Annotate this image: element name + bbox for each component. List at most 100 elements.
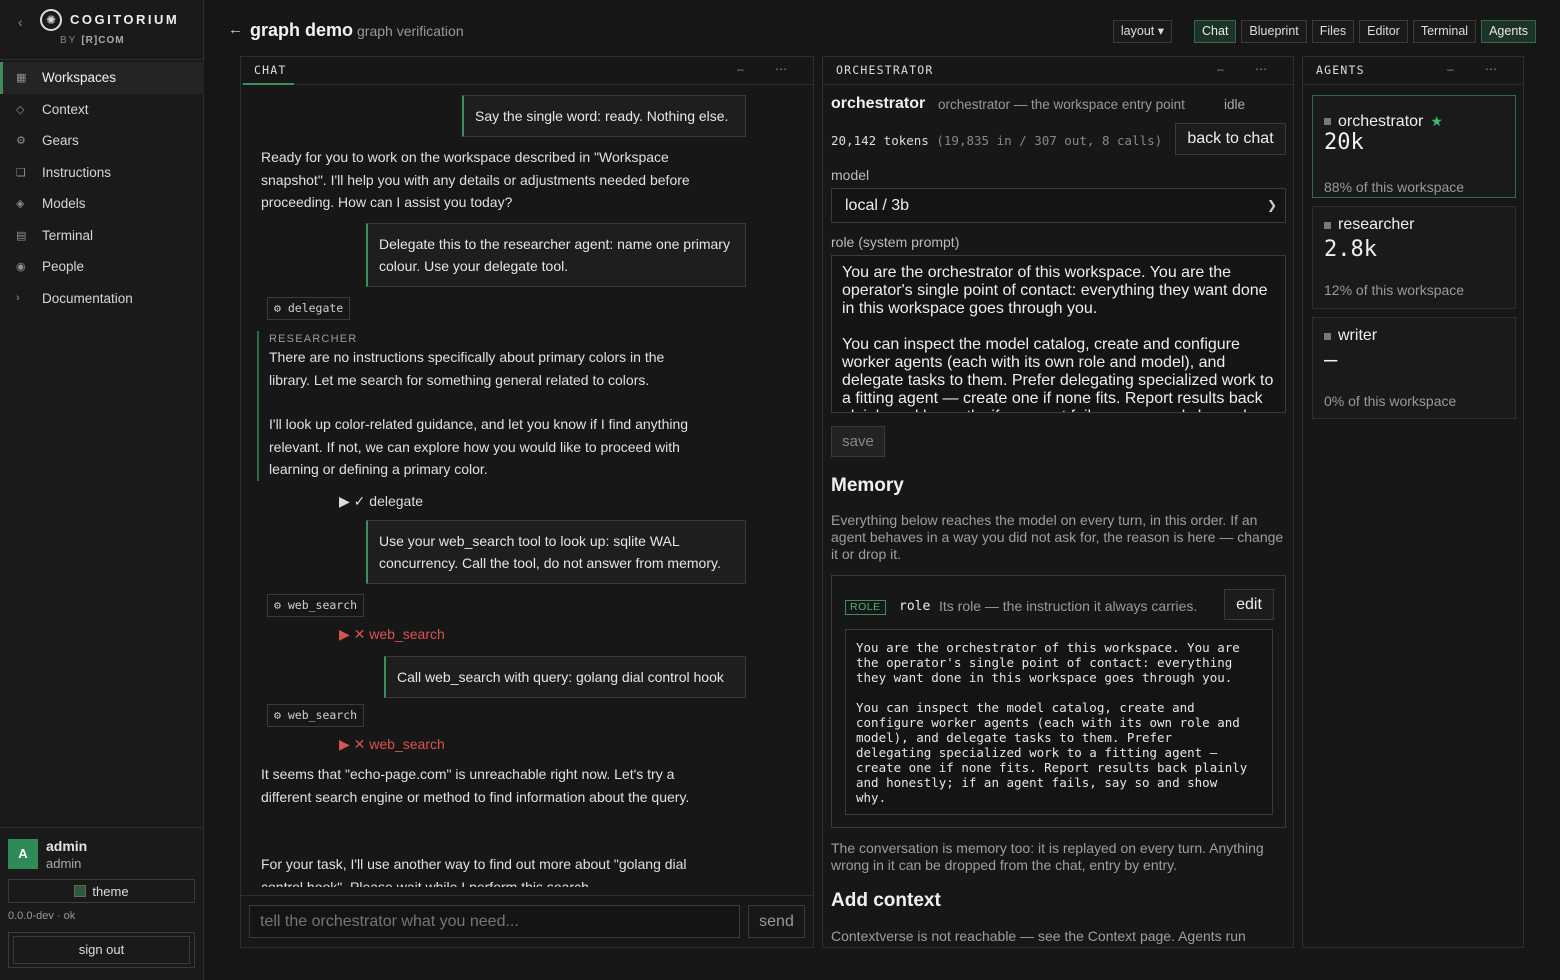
agent-card-researcher[interactable]: researcher 2.8k 12% of this workspace [1312, 206, 1516, 309]
add-context-heading: Add context [831, 890, 941, 911]
researcher-block: RESEARCHER There are no instructions spe… [257, 331, 697, 481]
tool-call-chip[interactable]: ⚙ web_search [267, 594, 365, 617]
panel-controls-icon[interactable]: – ⋯ [1217, 62, 1281, 76]
token-detail: (19,835 in / 307 out, 8 calls) [936, 133, 1163, 148]
people-icon: ◉ [16, 261, 26, 274]
sidebar-item-documentation[interactable]: › Documentation [0, 283, 204, 315]
back-to-chat-button[interactable]: back to chat [1175, 123, 1286, 155]
researcher-label: RESEARCHER [269, 333, 358, 345]
agent-card-name: writer [1338, 327, 1378, 344]
workspace-header: ← graph demo graph verification layout ▾… [204, 0, 1560, 56]
tab-editor[interactable]: Editor [1359, 20, 1408, 43]
assistant-message: For your task, I'll use another way to f… [261, 856, 687, 887]
chat-panel: CHAT – ⋯ Say the single word: ready. Not… [240, 56, 814, 948]
sidebar-item-models[interactable]: ◈ Models [0, 188, 204, 220]
orchestrator-panel: ORCHESTRATOR – ⋯ orchestrator orchestrat… [822, 56, 1294, 948]
sidebar-item-label: Context [42, 101, 89, 117]
agents-panel: AGENTS – ⋯ orchestrator ★ 20k 88% of thi… [1302, 56, 1524, 948]
sidebar-nav: ▦ Workspaces ◇ Context ⚙ Gears ❏ Instruc… [0, 62, 204, 314]
send-button[interactable]: send [748, 905, 805, 938]
memory-role-entry: ROLE role Its role — the instruction it … [831, 575, 1286, 828]
diamond-icon: ◇ [16, 103, 25, 116]
grid-icon: ▦ [16, 72, 27, 85]
theme-button[interactable]: theme [8, 879, 195, 903]
sidebar-item-label: Models [42, 196, 86, 212]
brand-byline: BY [R]COM [60, 35, 125, 46]
tab-files[interactable]: Files [1311, 20, 1355, 43]
agent-card-tokens: 20k [1324, 130, 1364, 155]
theme-swatch-icon [74, 885, 87, 897]
researcher-text: I'll look up color-related guidance, and… [269, 416, 689, 477]
user-name: admin [46, 838, 88, 854]
sidebar-item-context[interactable]: ◇ Context [0, 94, 204, 126]
user-role: admin [46, 856, 82, 871]
page-subtitle: graph verification [357, 23, 464, 39]
agent-card-tokens: 2.8k [1324, 237, 1377, 262]
model-select[interactable]: local / 3b ❯ [831, 188, 1286, 223]
sidebar-item-label: Terminal [42, 227, 94, 243]
edit-button[interactable]: edit [1224, 589, 1274, 620]
version-status: 0.0.0-dev · ok [8, 910, 76, 922]
tool-call-chip[interactable]: ⚙ web_search [267, 704, 365, 727]
tool-call-chip[interactable]: ⚙ delegate [267, 297, 351, 320]
sidebar-item-workspaces[interactable]: ▦ Workspaces [0, 62, 204, 94]
chevron-right-icon: › [16, 292, 20, 305]
agent-card-share: 88% of this workspace [1324, 179, 1465, 195]
brand: ‹ ✺ COGITORIUM BY [R]COM [0, 0, 204, 60]
collapse-sidebar-icon[interactable]: ‹ [18, 14, 23, 30]
terminal-icon: ▤ [16, 229, 27, 242]
sidebar-item-gears[interactable]: ⚙ Gears [0, 125, 204, 157]
agent-card-name: researcher [1338, 216, 1415, 233]
chat-input-bar: send [241, 895, 813, 947]
agent-card-title: researcher [1324, 216, 1414, 234]
save-button[interactable]: save [831, 426, 885, 457]
tab-agents[interactable]: Agents [1481, 20, 1536, 43]
orchestrator-panel-title: ORCHESTRATOR [836, 63, 934, 77]
token-total: 20,142 tokens [831, 133, 929, 148]
assistant-message: It seems that "echo-page.com" is unreach… [261, 766, 690, 805]
tab-blueprint[interactable]: Blueprint [1241, 20, 1307, 43]
sign-out-button[interactable]: sign out [13, 936, 190, 964]
star-icon: ★ [1430, 113, 1443, 129]
agent-card-writer[interactable]: writer — 0% of this workspace [1312, 317, 1516, 419]
sidebar-item-people[interactable]: ◉ People [0, 251, 204, 283]
status-square-icon [1324, 221, 1331, 229]
user-message: Say the single word: ready. Nothing else… [462, 95, 746, 137]
role-entry-description: Its role — the instruction it always car… [939, 598, 1198, 614]
chat-input[interactable] [249, 905, 740, 938]
agent-card-share: 12% of this workspace [1324, 282, 1465, 298]
layout-dropdown[interactable]: layout ▾ [1112, 20, 1173, 43]
chat-scroll-tail: It seems that "echo-page.com" is unreach… [241, 757, 813, 887]
user-message: Delegate this to the researcher agent: n… [366, 223, 746, 287]
tool-error-toggle[interactable]: ▶ ✕ web_search [339, 626, 445, 643]
sidebar-item-label: Gears [42, 133, 79, 149]
role-preview: You are the orchestrator of this workspa… [845, 629, 1273, 815]
tab-terminal[interactable]: Terminal [1412, 20, 1477, 43]
agent-state: idle [1224, 97, 1246, 112]
brand-company: [R]COM [81, 35, 125, 46]
tab-chat[interactable]: Chat [1194, 20, 1237, 43]
sign-out-container: sign out [8, 932, 195, 968]
role-textarea[interactable]: You are the orchestrator of this workspa… [831, 255, 1286, 413]
sidebar-item-terminal[interactable]: ▤ Terminal [0, 220, 204, 252]
brand-by: BY [60, 35, 78, 46]
role-label: role (system prompt) [831, 234, 960, 250]
user-message: Call web_search with query: golang dial … [384, 656, 746, 698]
sidebar-item-label: People [42, 259, 85, 275]
model-label: model [831, 167, 870, 183]
panel-controls-icon[interactable]: – ⋯ [1447, 62, 1511, 76]
tool-error-toggle[interactable]: ▶ ✕ web_search [339, 736, 445, 753]
tool-result-toggle[interactable]: ▶ ✓ delegate [339, 493, 423, 510]
theme-label: theme [92, 883, 129, 899]
token-usage: 20,142 tokens (19,835 in / 307 out, 8 ca… [831, 133, 1162, 148]
agent-card-tokens: — [1324, 348, 1338, 373]
chat-panel-title: CHAT [254, 63, 287, 77]
back-arrow-icon[interactable]: ← [228, 21, 243, 38]
panel-controls-icon[interactable]: – ⋯ [737, 62, 801, 76]
logo-icon: ✺ [40, 9, 62, 31]
agent-card-orchestrator[interactable]: orchestrator ★ 20k 88% of this workspace [1312, 95, 1516, 198]
status-square-icon [1324, 118, 1331, 125]
user-message: Use your web_search tool to look up: sql… [366, 520, 746, 584]
sidebar-item-instructions[interactable]: ❏ Instructions [0, 157, 204, 189]
memory-heading: Memory [831, 475, 904, 496]
